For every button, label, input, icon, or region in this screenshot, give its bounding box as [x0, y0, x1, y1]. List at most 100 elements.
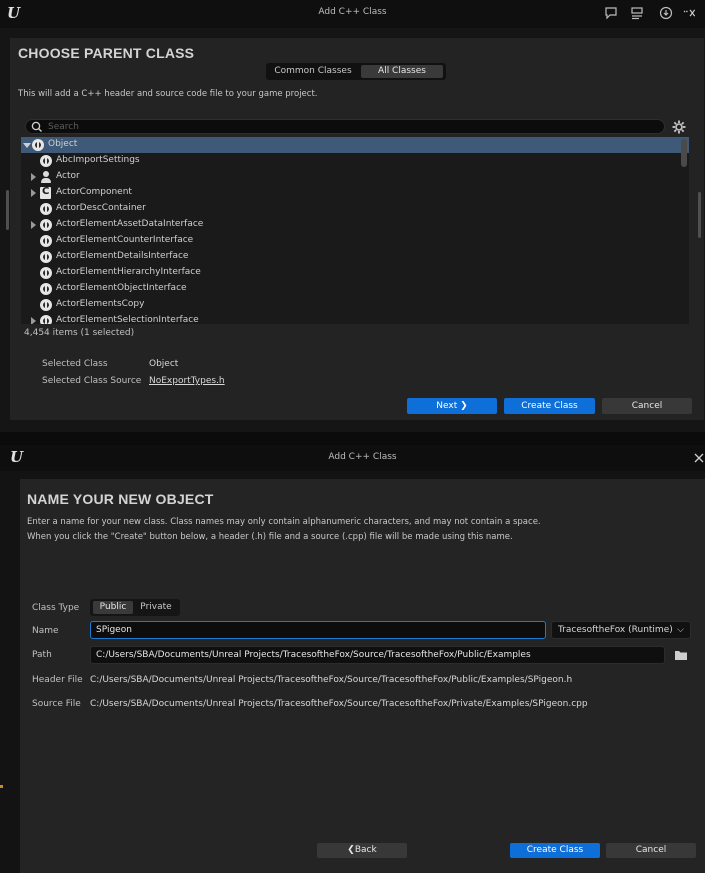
tree-row[interactable]: Actor: [21, 169, 689, 185]
class-type-toggle: Public Private: [90, 599, 180, 616]
selected-class-source-link[interactable]: NoExportTypes.h: [149, 376, 225, 386]
module-dropdown-value: TracesoftheFox (Runtime): [558, 625, 673, 635]
tree-row-label: ActorElementDetailsInterface: [56, 251, 189, 261]
chevron-down-icon: ⌵: [677, 625, 684, 635]
window-gap: [0, 432, 705, 445]
search-icon: [31, 121, 42, 132]
tree-scrollbar[interactable]: [681, 139, 687, 167]
tree-row-label: ActorElementAssetDataInterface: [56, 219, 204, 229]
class-type-public[interactable]: Public: [93, 601, 133, 614]
tree-row[interactable]: ActorElementObjectInterface: [21, 281, 689, 297]
object-class-icon: [40, 251, 52, 263]
class-filter-tabs: Common Classes All Classes: [266, 63, 446, 80]
tree-row[interactable]: ActorDescContainer: [21, 201, 689, 217]
class-tree: Object AbcImportSettings Actor ActorCompone…: [21, 137, 689, 324]
dialog-panel-2: NAME YOUR NEW OBJECT Enter a name for yo…: [20, 479, 705, 873]
tree-row[interactable]: ActorElementDetailsInterface: [21, 249, 689, 265]
window-title-2: Add C++ Class: [328, 452, 397, 462]
page-title: CHOOSE PARENT CLASS: [18, 45, 195, 61]
header-file-value: C:/Users/SBA/Documents/Unreal Projects/T…: [90, 675, 573, 685]
chat-icon[interactable]: [604, 6, 618, 20]
object-class-icon: [40, 155, 52, 167]
object-class-icon: [40, 299, 52, 311]
next-button[interactable]: Next ❯: [407, 398, 497, 414]
tree-row[interactable]: ActorComponent: [21, 185, 689, 201]
tree-row-label: Object: [48, 139, 78, 149]
tree-row[interactable]: AbcImportSettings: [21, 153, 689, 169]
name-label: Name: [32, 626, 59, 636]
chevron-right-icon: ❯: [460, 401, 468, 411]
actor-icon: [40, 171, 52, 183]
tree-row[interactable]: ActorElementCounterInterface: [21, 233, 689, 249]
tree-row[interactable]: ActorElementSelectionInterface: [21, 313, 689, 324]
choose-parent-class-window: U Add C++ Class CHOOSE PARENT CLASS Comm…: [0, 0, 705, 432]
component-icon: [40, 186, 51, 199]
tree-row[interactable]: Object: [21, 137, 689, 153]
description-text: This will add a C++ header and source co…: [18, 89, 318, 99]
path-label: Path: [32, 650, 52, 660]
class-type-private[interactable]: Private: [136, 601, 176, 614]
tree-row-label: ActorComponent: [56, 187, 132, 197]
resize-grip-left[interactable]: [6, 190, 9, 230]
tab-all-classes[interactable]: All Classes: [361, 65, 443, 78]
selected-class-source-label: Selected Class Source: [42, 376, 142, 386]
dialog-panel: CHOOSE PARENT CLASS Common Classes All C…: [10, 38, 704, 420]
close-icon[interactable]: [694, 453, 704, 463]
search-box[interactable]: [25, 119, 665, 134]
description-line-1: Enter a name for your new class. Class n…: [27, 517, 541, 527]
search-input[interactable]: [48, 121, 548, 133]
object-class-icon: [40, 283, 52, 295]
tree-row[interactable]: ActorElementsCopy: [21, 297, 689, 313]
description-line-2: When you click the "Create" button below…: [27, 532, 513, 542]
cancel-button-2[interactable]: Cancel: [606, 843, 696, 858]
create-class-button-2[interactable]: Create Class: [510, 843, 600, 858]
tree-row-label: AbcImportSettings: [56, 155, 140, 165]
path-field[interactable]: [90, 646, 665, 664]
source-file-label: Source File: [32, 699, 81, 709]
more-close-icon[interactable]: [683, 6, 697, 20]
title-bar-2[interactable]: U Add C++ Class: [0, 445, 705, 471]
download-icon[interactable]: [659, 6, 673, 20]
tree-row-label: ActorElementCounterInterface: [56, 235, 194, 245]
background-window-accent: [0, 785, 3, 788]
resize-grip-right[interactable]: [698, 192, 701, 238]
class-name-input[interactable]: [96, 624, 528, 636]
collapse-arrow-icon[interactable]: [31, 317, 36, 324]
header-file-label: Header File: [32, 675, 83, 685]
cancel-button[interactable]: Cancel: [602, 398, 692, 414]
next-button-label: Next: [436, 401, 458, 411]
path-input[interactable]: [96, 649, 641, 661]
settings-gear-icon[interactable]: [672, 120, 686, 134]
selected-class-value: Object: [149, 359, 179, 369]
tree-row-label: ActorElementSelectionInterface: [56, 315, 199, 324]
layout-icon[interactable]: [630, 6, 644, 20]
object-class-icon: [40, 203, 52, 215]
tree-row-label: ActorElementObjectInterface: [56, 283, 187, 293]
module-dropdown[interactable]: TracesoftheFox (Runtime) ⌵: [551, 621, 691, 639]
page-title-2: NAME YOUR NEW OBJECT: [27, 491, 214, 507]
collapse-arrow-icon[interactable]: [31, 221, 36, 229]
chevron-left-icon: ❮: [347, 845, 355, 855]
selected-class-label: Selected Class: [42, 359, 108, 369]
item-count: 4,454 items (1 selected): [24, 328, 135, 338]
class-type-label: Class Type: [32, 603, 80, 613]
back-button[interactable]: ❮Back: [317, 843, 407, 858]
title-bar[interactable]: U Add C++ Class: [0, 0, 705, 28]
collapse-arrow-icon[interactable]: [31, 173, 36, 181]
tree-row-label: ActorElementHierarchyInterface: [56, 267, 201, 277]
expand-arrow-icon[interactable]: [23, 143, 31, 148]
tree-row[interactable]: ActorElementHierarchyInterface: [21, 265, 689, 281]
tree-row-label: ActorDescContainer: [56, 203, 146, 213]
collapse-arrow-icon[interactable]: [31, 189, 36, 197]
tree-row-label: ActorElementsCopy: [56, 299, 145, 309]
tree-row[interactable]: ActorElementAssetDataInterface: [21, 217, 689, 233]
name-field[interactable]: [90, 621, 546, 639]
tree-row-label: Actor: [56, 171, 80, 181]
source-file-value: C:/Users/SBA/Documents/Unreal Projects/T…: [90, 699, 588, 709]
folder-icon[interactable]: [674, 649, 688, 661]
object-class-icon: [40, 267, 52, 279]
name-new-object-window: U Add C++ Class NAME YOUR NEW OBJECT Ent…: [0, 445, 705, 873]
tab-common-classes[interactable]: Common Classes: [269, 65, 357, 78]
object-class-icon: [32, 139, 44, 151]
create-class-button[interactable]: Create Class: [504, 398, 595, 414]
